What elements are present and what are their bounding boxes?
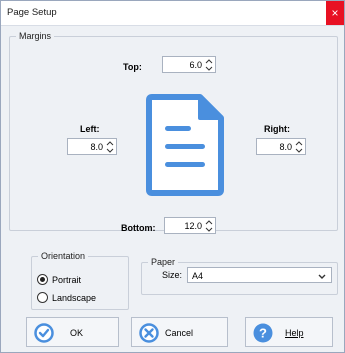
ok-label: OK [70, 328, 84, 338]
spinner-arrows-icon[interactable] [205, 219, 213, 233]
orientation-legend: Orientation [41, 251, 86, 261]
title-bar: Page Setup × [1, 1, 344, 26]
paper-size-value: A4 [192, 271, 204, 281]
cancel-label: Cancel [165, 328, 194, 338]
spinner-arrows-icon[interactable] [205, 58, 213, 72]
bottom-margin-value: 12.0 [184, 221, 202, 231]
svg-text:?: ? [259, 326, 267, 341]
left-margin-spinner[interactable]: 8.0 [67, 138, 117, 155]
page-setup-dialog: Page Setup × Margins Top: 6.0 Left: 8.0 … [0, 0, 345, 353]
bottom-margin-spinner[interactable]: 12.0 [164, 217, 216, 234]
check-icon [34, 323, 54, 345]
paper-legend: Paper [151, 257, 176, 267]
paper-size-select[interactable]: A4 [187, 267, 332, 283]
cancel-x-icon [139, 323, 159, 345]
right-margin-value: 8.0 [279, 142, 292, 152]
bottom-margin-label: Bottom: [121, 223, 156, 233]
portrait-label[interactable]: Portrait [52, 275, 81, 285]
landscape-label[interactable]: Landscape [52, 293, 96, 303]
landscape-radio[interactable] [37, 292, 48, 303]
right-margin-label: Right: [264, 124, 290, 134]
top-margin-spinner[interactable]: 6.0 [162, 56, 216, 73]
margins-legend: Margins [19, 31, 52, 41]
help-button[interactable]: ? Help [245, 317, 333, 347]
right-margin-spinner[interactable]: 8.0 [256, 138, 306, 155]
help-icon: ? [253, 323, 273, 345]
portrait-radio[interactable] [37, 274, 48, 285]
top-margin-label: Top: [123, 62, 142, 72]
spinner-arrows-icon[interactable] [106, 140, 114, 154]
window-title: Page Setup [7, 7, 57, 18]
left-margin-value: 8.0 [90, 142, 103, 152]
top-margin-value: 6.0 [189, 60, 202, 70]
chevron-down-icon[interactable] [318, 272, 326, 282]
close-icon: × [331, 6, 339, 20]
close-button[interactable]: × [326, 1, 344, 25]
paper-size-label: Size: [162, 270, 183, 280]
page-document-icon [145, 94, 225, 198]
left-margin-label: Left: [80, 124, 100, 134]
ok-button[interactable]: OK [26, 317, 119, 347]
help-label: Help [285, 328, 304, 338]
spinner-arrows-icon[interactable] [295, 140, 303, 154]
cancel-button[interactable]: Cancel [131, 317, 228, 347]
